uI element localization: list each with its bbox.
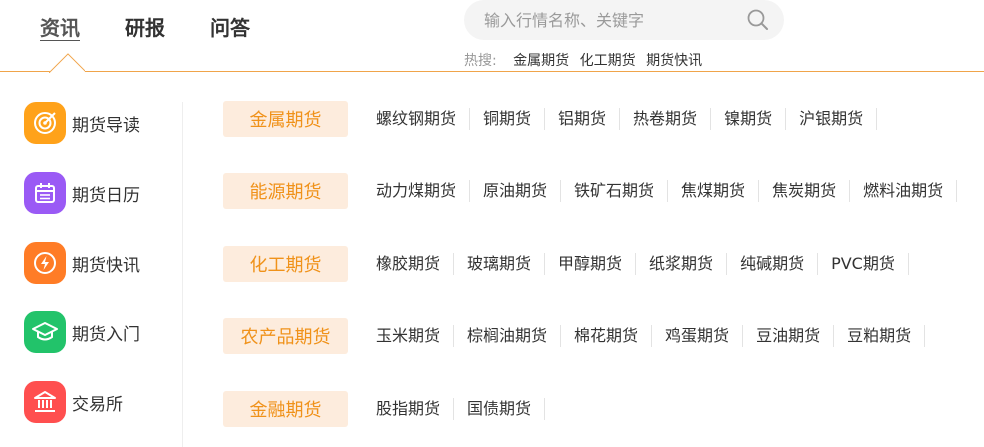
category-link[interactable]: 鸡蛋期货 [652,325,744,347]
category-row-chemical: 化工期货 橡胶期货 玻璃期货 甲醇期货 纸浆期货 纯碱期货 PVC期货 [223,246,909,282]
hot-link-news[interactable]: 期货快讯 [646,53,702,69]
top-header: 资讯 研报 问答 热搜: 金属期货 化工期货 期货快讯 [0,0,984,72]
sidebar-item-calendar[interactable]: 期货日历 [24,172,140,214]
sidebar-item-label: 交易所 [72,394,123,415]
category-link[interactable]: 热卷期货 [620,108,712,130]
calendar-icon [24,172,66,214]
category-row-agricultural: 农产品期货 玉米期货 棕榈油期货 棉花期货 鸡蛋期货 豆油期货 豆粕期货 [223,318,926,354]
category-badge-energy[interactable]: 能源期货 [223,173,348,209]
category-badge-financial[interactable]: 金融期货 [223,391,348,427]
category-link[interactable]: 棉花期货 [561,325,653,347]
category-row-energy: 能源期货 动力煤期货 原油期货 铁矿石期货 焦煤期货 焦炭期货 燃料油期货 [223,173,958,209]
category-link[interactable]: 镍期货 [711,108,787,130]
category-link[interactable]: 铜期货 [470,108,546,130]
tab-qa[interactable]: 问答 [210,15,250,41]
category-link[interactable]: 玻璃期货 [454,253,546,275]
category-link[interactable]: 铝期货 [545,108,621,130]
search-box [464,0,784,40]
sidebar-item-label: 期货入门 [72,324,140,345]
target-icon [24,102,66,144]
hot-link-metal[interactable]: 金属期货 [513,53,569,69]
category-link[interactable]: 股指期货 [363,398,455,420]
active-tab-caret [49,53,85,73]
lightning-icon [24,242,66,284]
sidebar-item-flash-news[interactable]: 期货快讯 [24,242,140,284]
category-link[interactable]: 纯碱期货 [727,253,819,275]
hot-search: 热搜: 金属期货 化工期货 期货快讯 [464,51,708,71]
sidebar-item-label: 期货快讯 [72,255,140,276]
category-link[interactable]: 甲醇期货 [545,253,637,275]
category-link[interactable]: 玉米期货 [363,325,455,347]
category-link[interactable]: 棕榈油期货 [454,325,562,347]
sidebar-item-exchange[interactable]: 交易所 [24,381,123,423]
hot-link-chemical[interactable]: 化工期货 [580,53,636,69]
category-link[interactable]: 燃料油期货 [850,180,958,202]
tab-research[interactable]: 研报 [125,15,165,41]
category-link[interactable]: 原油期货 [470,180,562,202]
category-link[interactable]: 国债期货 [454,398,546,420]
sidebar-item-beginner[interactable]: 期货入门 [24,311,140,353]
sidebar-item-label: 期货日历 [72,185,140,206]
graduation-cap-icon [24,311,66,353]
sidebar: 期货导读 期货日历 期货快讯 期货入门 交易所 [0,102,183,447]
category-link[interactable]: 沪银期货 [786,108,878,130]
category-link[interactable]: 铁矿石期货 [561,180,669,202]
category-link[interactable]: 焦炭期货 [759,180,851,202]
sidebar-item-label: 期货导读 [72,115,140,136]
sidebar-item-guide[interactable]: 期货导读 [24,102,140,144]
category-link[interactable]: 螺纹钢期货 [363,108,471,130]
category-link[interactable]: 焦煤期货 [668,180,760,202]
main-tabs: 资讯 研报 问答 [40,15,295,41]
category-link[interactable]: 动力煤期货 [363,180,471,202]
category-link[interactable]: 豆油期货 [743,325,835,347]
category-badge-metal[interactable]: 金属期货 [223,101,348,137]
category-link[interactable]: 纸浆期货 [636,253,728,275]
category-row-financial: 金融期货 股指期货 国债期货 [223,391,546,427]
category-row-metal: 金属期货 螺纹钢期货 铜期货 铝期货 热卷期货 镍期货 沪银期货 [223,101,878,137]
search-icon[interactable] [746,8,770,32]
hot-search-label: 热搜: [464,53,497,69]
category-link[interactable]: 豆粕期货 [834,325,926,347]
bank-icon [24,381,66,423]
category-badge-agricultural[interactable]: 农产品期货 [223,318,348,354]
category-link[interactable]: 橡胶期货 [363,253,455,275]
tab-news[interactable]: 资讯 [40,15,80,41]
category-link[interactable]: PVC期货 [818,253,909,275]
category-badge-chemical[interactable]: 化工期货 [223,246,348,282]
search-input[interactable] [464,0,734,40]
